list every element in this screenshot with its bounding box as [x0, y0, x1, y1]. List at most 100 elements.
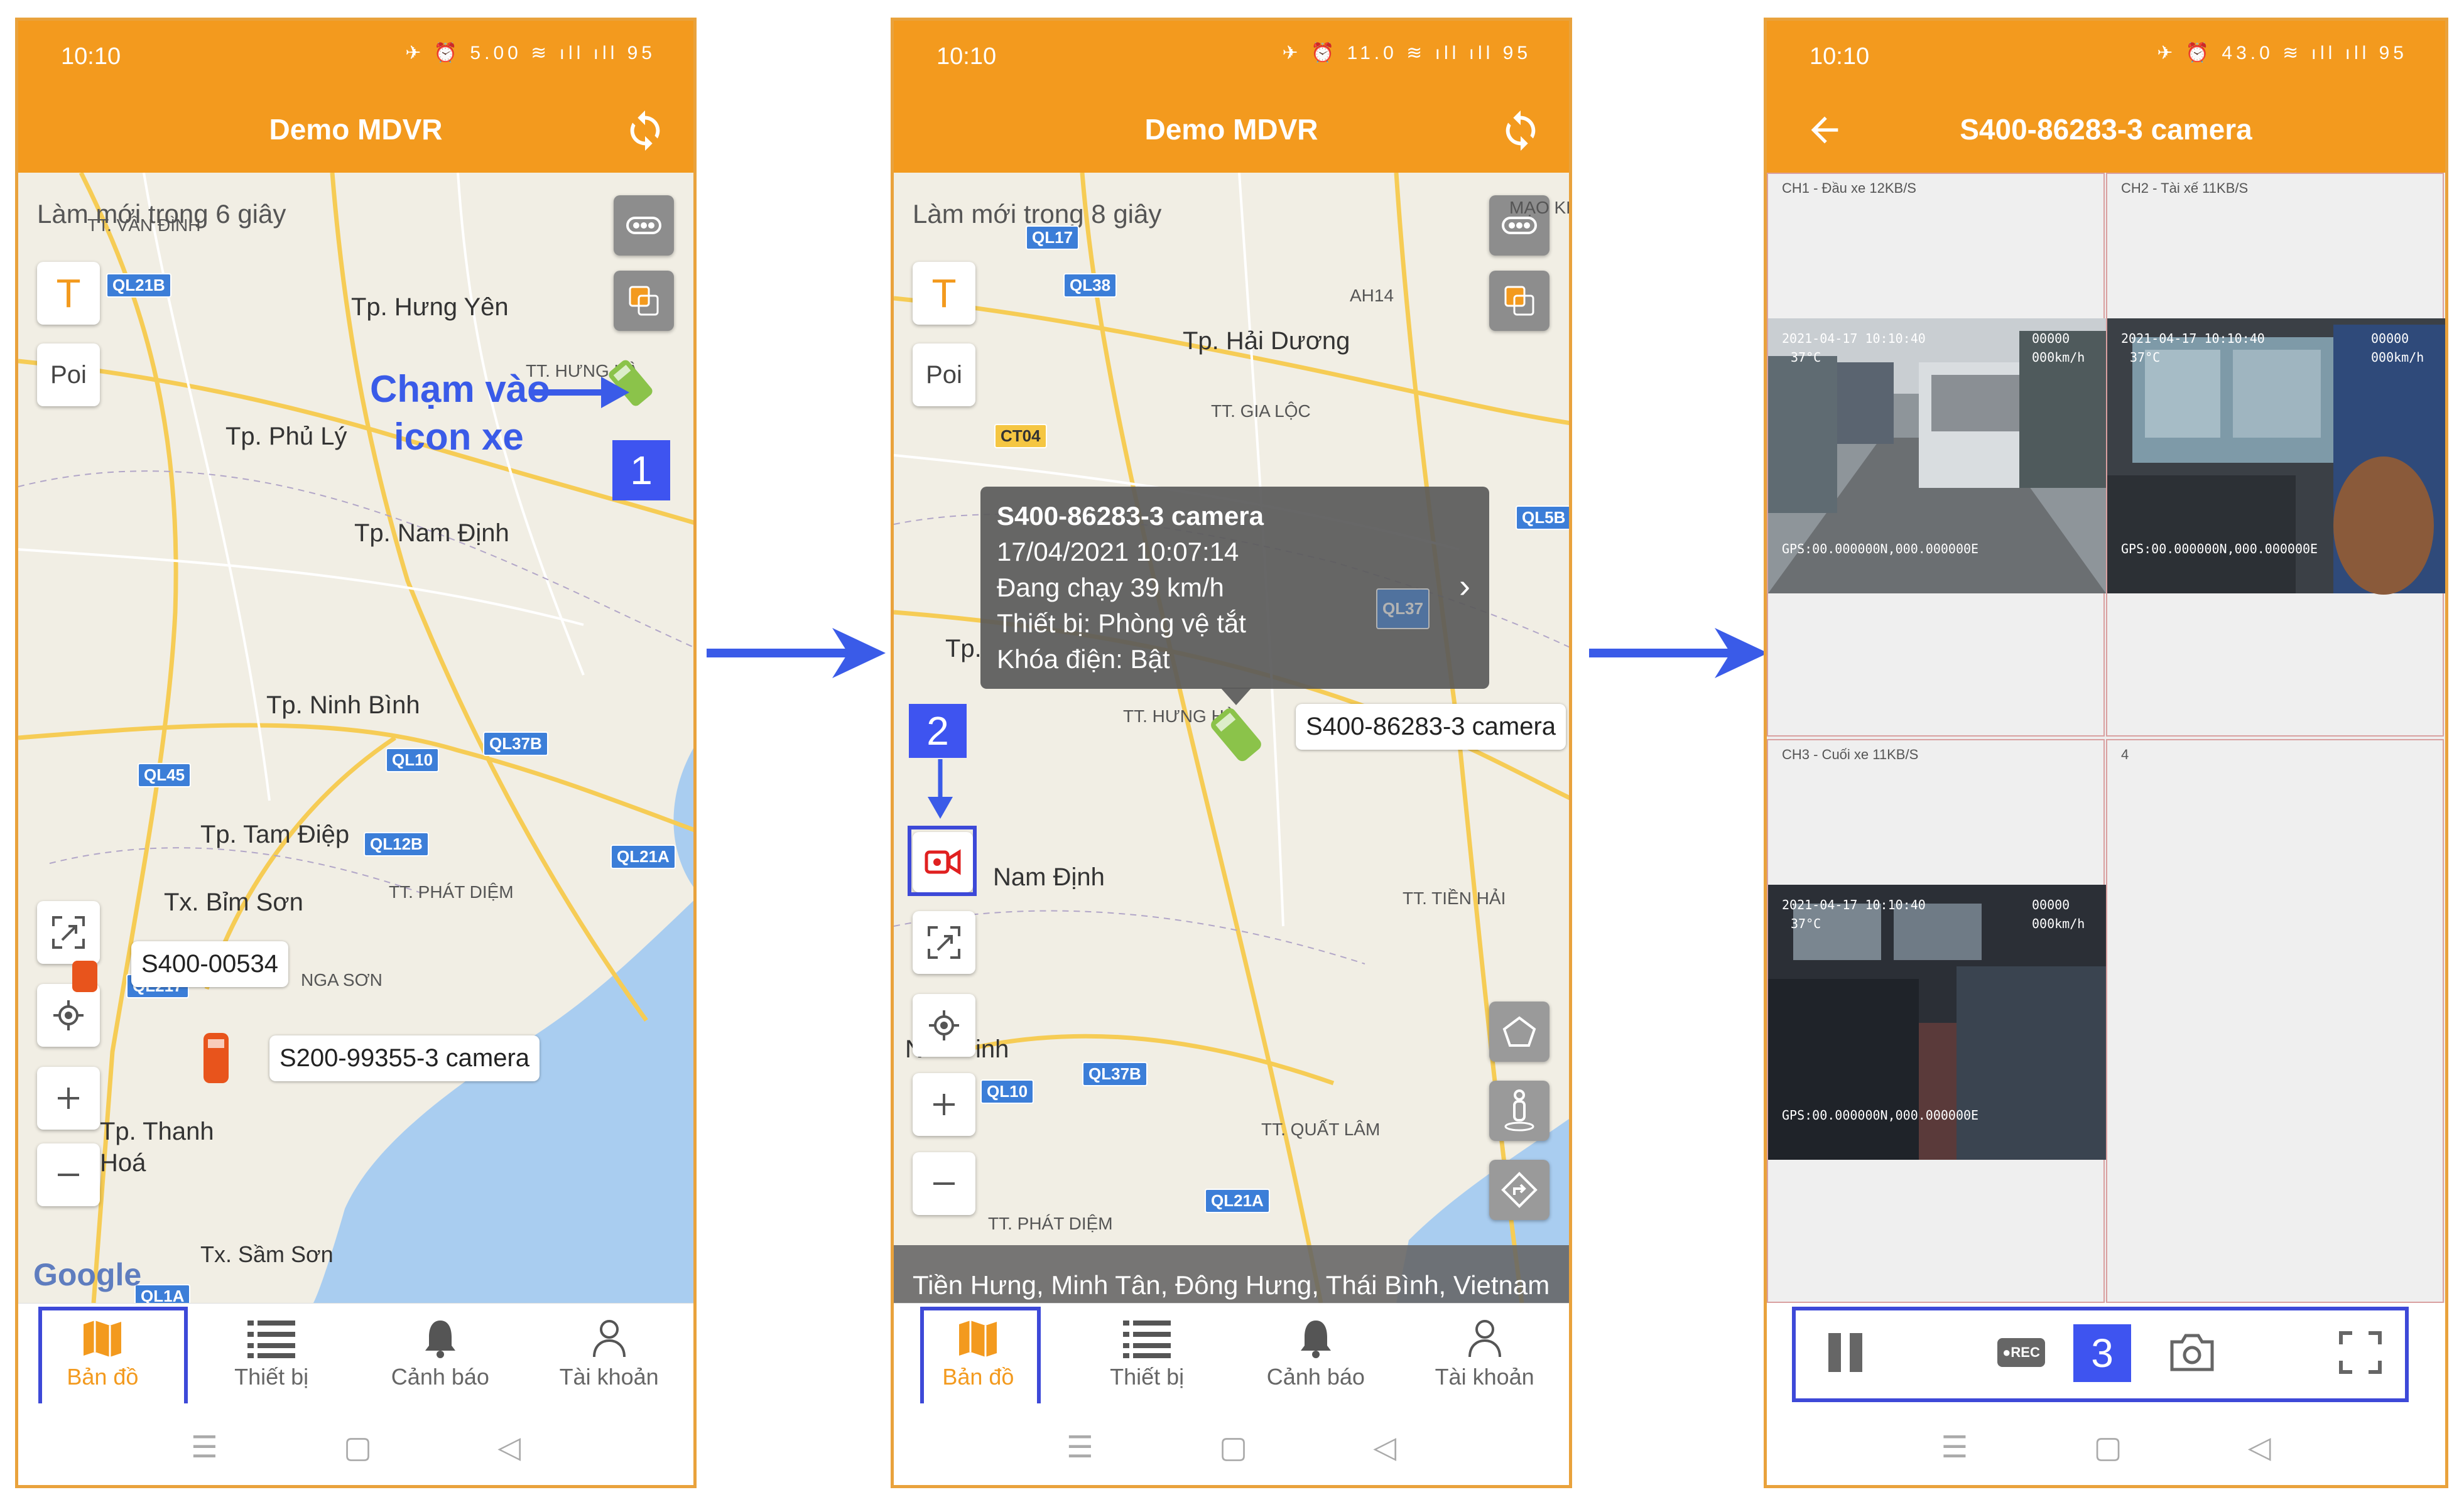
road-badge: QL5B: [1516, 505, 1569, 530]
playback-controls: ●REC 3: [1767, 1303, 2445, 1403]
osd-gps: GPS:00.000000N,000.000000E: [1782, 541, 1979, 556]
osd-gps: GPS:00.000000N,000.000000E: [2121, 541, 2318, 556]
text-tool-button[interactable]: T: [913, 262, 975, 325]
nav-alerts[interactable]: Cảnh báo: [1232, 1304, 1401, 1403]
layers-icon: [1504, 286, 1534, 316]
nav-devices-label: Thiết bị: [234, 1364, 309, 1390]
zoom-in-button[interactable]: [37, 1067, 100, 1130]
place-sam-son: Tx. Sầm Sơn: [200, 1241, 334, 1267]
status-time: 10:10: [936, 43, 997, 70]
refresh-icon[interactable]: [1499, 109, 1543, 153]
directions-button[interactable]: [1489, 1160, 1549, 1220]
vehicle-label[interactable]: S400-00534: [131, 941, 288, 987]
road-badge: QL37B: [483, 732, 548, 756]
channel-label: 4: [2121, 747, 2129, 762]
vehicle-info-popup[interactable]: S400-86283-3 camera 17/04/2021 10:07:14 …: [980, 487, 1489, 689]
osd-id: 00000: [2371, 331, 2409, 346]
poi-label: Poi: [926, 360, 962, 389]
vehicle-label[interactable]: S200-99355-3 camera: [269, 1035, 540, 1081]
list-icon: [247, 1321, 296, 1358]
phone-screen-vehicle-detail: 10:10 ✈ ⏰ 11.0 ≋ ıll ıll 95 Demo MDVR Là…: [891, 18, 1572, 1488]
bell-icon: [1300, 1321, 1331, 1358]
home-icon[interactable]: ▢: [344, 1430, 372, 1465]
place-nam-dinh: Nam Định: [993, 863, 1105, 891]
camera-feed-image: [1768, 318, 2106, 593]
home-icon[interactable]: ▢: [2093, 1430, 2122, 1465]
back-triangle-icon[interactable]: ◁: [497, 1430, 521, 1465]
fit-bounds-icon: [928, 926, 960, 959]
fit-bounds-button[interactable]: [913, 911, 975, 974]
map-layers-button[interactable]: [614, 271, 674, 331]
plus-icon: [58, 1088, 79, 1109]
nav-account[interactable]: Tài khoản: [524, 1304, 693, 1403]
app-title: Demo MDVR: [1144, 113, 1318, 146]
place-ah14: AH14: [1350, 286, 1394, 305]
map-view[interactable]: Làm mới trong 6 giây T Poi TT. VÂN ĐÌNH …: [18, 173, 693, 1303]
nav-account[interactable]: Tài khoản: [1400, 1304, 1569, 1403]
chevron-right-icon[interactable]: ›: [1459, 568, 1470, 604]
street-view-button[interactable]: [1489, 1081, 1549, 1141]
camera-channel-3[interactable]: CH3 - Cuối xe 11KB/S 2021-04-17 10:10:40…: [1767, 739, 2106, 1303]
map-view[interactable]: Làm mới trong 8 giây T Poi MẠO KH AH14 T…: [894, 173, 1569, 1303]
popup-title: S400-86283-3 camera: [997, 501, 1264, 531]
nav-alerts-label: Cảnh báo: [391, 1364, 489, 1390]
phone-screen-map: 10:10 ✈ ⏰ 5.00 ≋ ıll ıll 95 Demo MDVR Là…: [15, 18, 697, 1488]
annotation-arrow-icon: [928, 759, 953, 819]
poi-button[interactable]: Poi: [37, 343, 100, 406]
recent-apps-icon[interactable]: ☰: [191, 1430, 218, 1465]
pegman-icon: [1504, 1089, 1534, 1132]
app-title: Demo MDVR: [269, 113, 443, 146]
place-ninh-binh: Tp. Ninh Bình: [266, 691, 420, 719]
place-hung-yen: Tp. Hưng Yên: [351, 293, 509, 321]
popup-datetime: 17/04/2021 10:07:14: [997, 537, 1239, 566]
nav-alerts[interactable]: Cảnh báo: [356, 1304, 525, 1403]
vehicle-label[interactable]: S400-86283-3 camera: [1296, 704, 1566, 750]
flow-arrow-icon: [1589, 628, 1768, 678]
place-gia-loc: TT. GIA LỘC: [1211, 401, 1311, 421]
osd-id: 00000: [2032, 331, 2070, 346]
nav-alerts-label: Cảnh báo: [1266, 1364, 1365, 1390]
home-icon[interactable]: ▢: [1219, 1430, 1247, 1465]
camera-channel-4[interactable]: 4: [2106, 739, 2444, 1303]
app-title: S400-86283-3 camera: [1960, 113, 2252, 146]
osd-speed: 000km/h: [2371, 350, 2424, 365]
place-van-dinh: TT. VÂN ĐÌNH: [87, 215, 201, 235]
fit-bounds-button[interactable]: [37, 901, 100, 964]
polygon-tool-button[interactable]: [1489, 1002, 1549, 1062]
system-nav-bar: ☰ ▢ ◁: [894, 1403, 1569, 1485]
osd-id: 00000: [2032, 897, 2070, 912]
road-badge: QL38: [1063, 273, 1117, 298]
camera-channel-2[interactable]: CH2 - Tài xế 11KB/S 2021-04-17 10:10:40 …: [2106, 173, 2445, 737]
status-time: 10:10: [61, 43, 121, 70]
status-bar: 10:10 ✈ ⏰ 5.00 ≋ ıll ıll 95: [18, 21, 693, 84]
nav-account-label: Tài khoản: [559, 1364, 659, 1390]
road-badge: CT04: [994, 424, 1047, 448]
refresh-icon[interactable]: [623, 109, 667, 153]
system-nav-bar: ☰ ▢ ◁: [18, 1403, 693, 1485]
poi-button[interactable]: Poi: [913, 343, 975, 406]
zoom-out-button[interactable]: [913, 1152, 975, 1215]
back-triangle-icon[interactable]: ◁: [1373, 1430, 1396, 1465]
camera-grid: CH1 - Đầu xe 12KB/S 2021-04-17 10:10:40 …: [1767, 173, 2445, 1303]
text-tool-button[interactable]: T: [37, 262, 100, 325]
zoom-out-button[interactable]: [37, 1143, 100, 1206]
recent-apps-icon[interactable]: ☰: [1066, 1430, 1094, 1465]
road-badge: QL21B: [106, 273, 171, 298]
camera-channel-1[interactable]: CH1 - Đầu xe 12KB/S 2021-04-17 10:10:40 …: [1767, 173, 2106, 737]
traffic-layer-button[interactable]: [614, 195, 674, 256]
highlight-box: [1792, 1307, 2409, 1402]
my-location-button[interactable]: [913, 994, 975, 1057]
zoom-in-button[interactable]: [913, 1073, 975, 1136]
map-layers-button[interactable]: [1489, 271, 1549, 331]
place-tp: Tp.: [945, 635, 982, 662]
place-tam-diep: Tp. Tam Điệp: [200, 821, 350, 848]
back-triangle-icon[interactable]: ◁: [2248, 1430, 2271, 1465]
nav-devices[interactable]: Thiết bị: [187, 1304, 356, 1403]
vehicle-marker-orange-icon[interactable]: [66, 958, 104, 995]
nav-devices[interactable]: Thiết bị: [1063, 1304, 1232, 1403]
recent-apps-icon[interactable]: ☰: [1941, 1430, 1968, 1465]
traffic-icon: [626, 217, 661, 234]
vehicle-marker-green-icon[interactable]: [1202, 700, 1271, 769]
osd-speed: 000km/h: [2032, 916, 2085, 931]
vehicle-marker-orange-icon[interactable]: [194, 1027, 238, 1089]
